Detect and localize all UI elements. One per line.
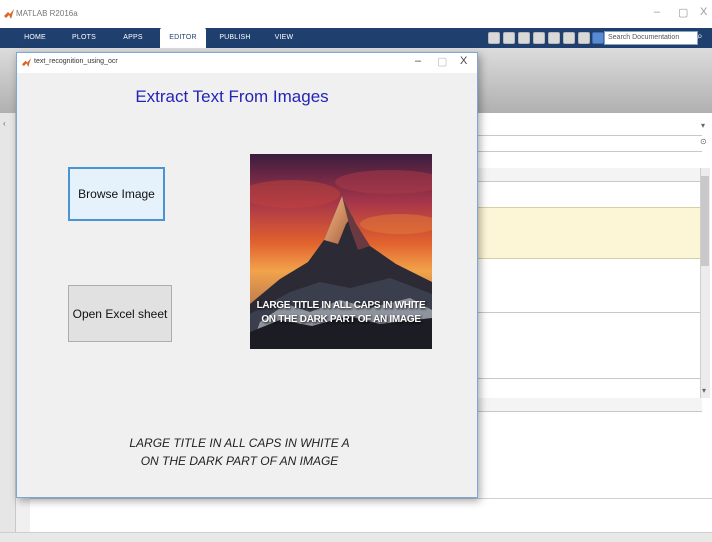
highlighted-code-section [476,207,702,259]
paste-quick-icon[interactable] [548,32,560,44]
editor-status-row [476,398,702,412]
figure-minimize-button[interactable]: – [415,55,421,67]
gui-heading: Extract Text From Images [135,87,329,106]
tab-view[interactable]: VIEW [264,28,304,48]
path-bar [476,120,702,136]
copy-quick-icon[interactable] [533,32,545,44]
help-quick-icon[interactable] [592,32,604,44]
tab-editor[interactable]: EDITOR [160,28,206,48]
tab-home[interactable]: HOME [14,28,56,48]
open-excel-sheet-button[interactable]: Open Excel sheet [68,285,172,342]
close-button[interactable]: X [700,6,707,18]
editor-line-separator [476,378,702,379]
matlab-title: MATLAB R2016a [16,9,78,18]
editor-tab-row [476,168,702,182]
doc-toolbar-row [476,136,702,152]
new-quick-icon[interactable] [503,32,515,44]
editor-scrollbar-thumb[interactable] [701,176,709,266]
ribbon-tab-bar: HOME PLOTS APPS EDITOR PUBLISH VIEW Sear… [0,28,712,48]
collapse-arrow-icon[interactable]: ‹ [3,119,6,128]
gui-figure-window: text_recognition_using_ocr – ▢ X Extract… [16,52,478,498]
cut-quick-icon[interactable] [518,32,530,44]
maximize-button[interactable]: ▢ [678,6,688,19]
browse-image-button[interactable]: Browse Image [68,167,165,221]
dropdown-arrow-icon[interactable]: ▾ [701,121,705,130]
search-documentation-input[interactable]: Search Documentation [604,31,698,45]
editor-line-separator [476,312,702,313]
left-panel-edge: ‹ [0,113,16,542]
status-bar [0,532,712,542]
desktop: MATLAB R2016a – ▢ X HOME PLOTS APPS EDIT… [0,0,712,542]
search-icon[interactable]: ⌕ [697,31,703,42]
ocr-result-line-1: LARGE TITLE IN ALL CAPS IN WHITE A [129,436,350,450]
image-caption-line-2: ON THE DARK PART OF AN IMAGE [261,314,421,325]
redo-quick-icon[interactable] [578,32,590,44]
minimize-button[interactable]: – [654,6,660,18]
figure-title: text_recognition_using_ocr [34,58,118,65]
scroll-down-icon[interactable]: ▾ [702,386,706,395]
tab-publish[interactable]: PUBLISH [212,28,258,48]
undo-quick-icon[interactable] [563,32,575,44]
figure-titlebar: text_recognition_using_ocr – ▢ X [17,53,477,73]
matlab-logo-icon [4,9,14,19]
figure-maximize-button[interactable]: ▢ [437,55,447,68]
options-circle-icon[interactable]: ⊙ [700,137,707,146]
tab-plots[interactable]: PLOTS [62,28,106,48]
matlab-logo-icon [22,58,31,67]
image-axes: LARGE TITLE IN ALL CAPS IN WHITE ON THE … [250,154,432,349]
image-caption-line-1: LARGE TITLE IN ALL CAPS IN WHITE [256,300,426,311]
ocr-result-line-2: ON THE DARK PART OF AN IMAGE [140,454,339,468]
matlab-titlebar: MATLAB R2016a – ▢ X [0,0,712,28]
tab-apps[interactable]: APPS [114,28,152,48]
figure-close-button[interactable]: X [460,55,467,67]
save-quick-icon[interactable] [488,32,500,44]
